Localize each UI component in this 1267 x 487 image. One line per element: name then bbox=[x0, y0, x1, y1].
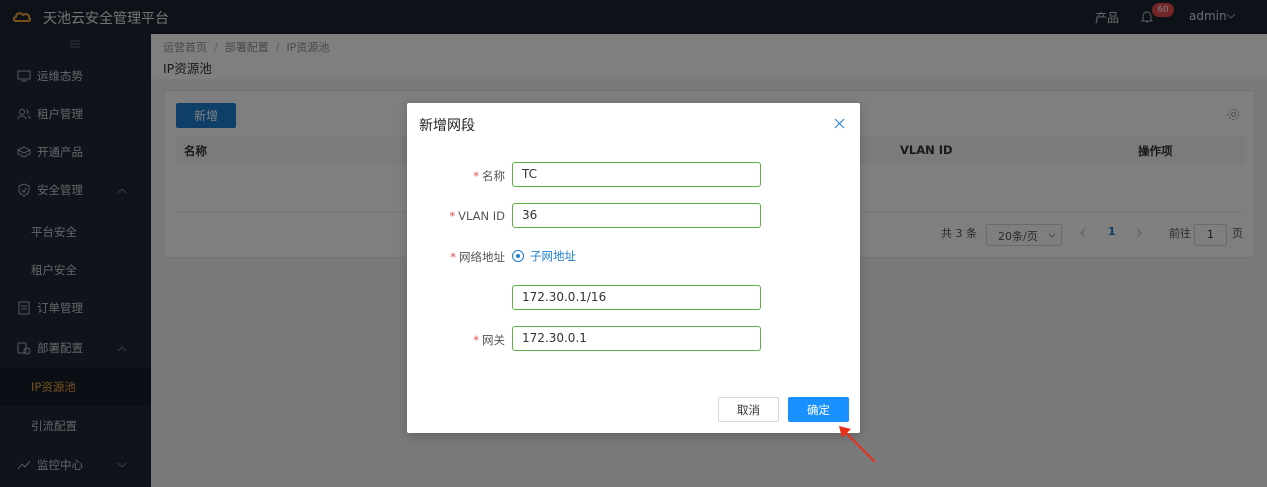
required-mark: * bbox=[450, 250, 456, 264]
vlan-label: * VLAN ID bbox=[449, 209, 505, 223]
subnet-field[interactable]: 172.30.0.1/16 bbox=[512, 285, 761, 310]
network-label: * 网络地址 bbox=[450, 250, 505, 264]
add-segment-dialog: 新增网段 * 名称 TC * VLAN ID 36 * 网络地址 子网地址 172.3… bbox=[407, 103, 860, 433]
name-label: * 名称 bbox=[473, 169, 505, 183]
gateway-label: * 网关 bbox=[473, 333, 505, 347]
cancel-button[interactable]: 取消 bbox=[718, 397, 779, 422]
required-mark: * bbox=[449, 209, 456, 223]
name-field[interactable]: TC bbox=[512, 162, 761, 187]
required-mark: * bbox=[473, 169, 479, 183]
close-icon[interactable] bbox=[834, 118, 845, 129]
gateway-field[interactable]: 172.30.0.1 bbox=[512, 326, 761, 351]
subnet-radio-label[interactable]: 子网地址 bbox=[530, 248, 576, 264]
annotation-arrow-icon bbox=[839, 426, 876, 463]
required-mark: * bbox=[473, 333, 479, 347]
dialog-title: 新增网段 bbox=[419, 118, 475, 134]
vlan-field[interactable]: 36 bbox=[512, 203, 761, 228]
subnet-radio[interactable] bbox=[512, 250, 524, 262]
confirm-button[interactable]: 确定 bbox=[788, 397, 849, 422]
